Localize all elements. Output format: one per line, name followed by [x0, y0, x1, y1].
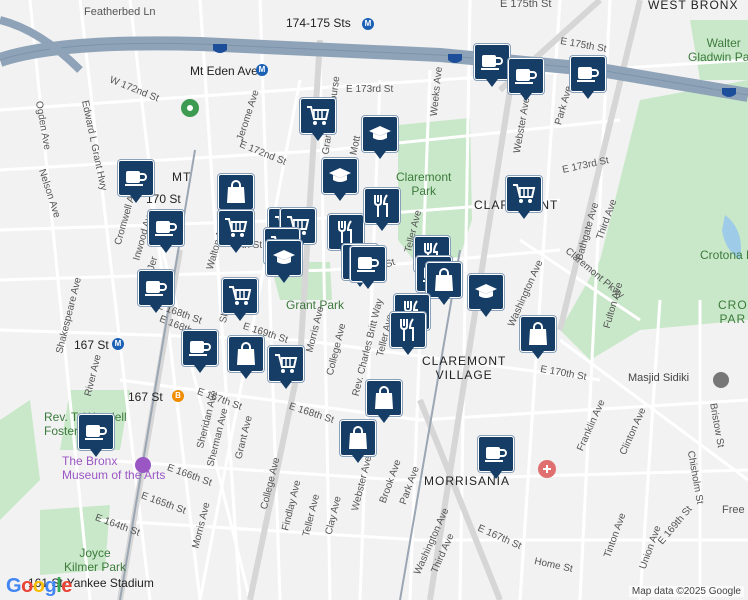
label-crotona-park: Crotona Park — [700, 248, 748, 262]
poi-marker-cafe[interactable] — [477, 435, 515, 480]
shopping-bag-icon — [434, 268, 454, 292]
label-e173: E 173rd St — [346, 84, 394, 95]
shopping-bag-icon — [374, 386, 394, 410]
poi-marker-cart[interactable] — [505, 175, 543, 220]
school-icon — [474, 282, 498, 302]
label-167-st: 167 St — [74, 338, 109, 352]
school-icon — [328, 166, 352, 186]
school-icon — [272, 248, 296, 268]
poi-marker-school[interactable] — [321, 157, 359, 202]
label-masjid: Masjid Sidiki — [628, 372, 690, 384]
shopping-bag-icon — [348, 426, 368, 450]
label-claremont-park: Claremont Park — [396, 170, 452, 198]
poi-marker-shopping-bag[interactable] — [227, 335, 265, 380]
label-e175-top: E 175th St — [500, 0, 552, 10]
label-walter-gladwin: Walter Gladwin Park — [688, 36, 748, 64]
poi-marker-shopping-bag[interactable] — [425, 261, 463, 306]
google-logo: Google — [6, 575, 72, 597]
poi-marker-cafe[interactable] — [349, 245, 387, 290]
poi-marker-cart[interactable] — [221, 277, 259, 322]
cafe-icon — [145, 279, 167, 297]
poi-marker-cart[interactable] — [299, 97, 337, 142]
left-park-area — [0, 400, 40, 520]
cart-icon — [228, 285, 252, 307]
cafe-icon — [481, 53, 503, 71]
poi-marker-cafe[interactable] — [137, 269, 175, 314]
label-claremont-village: CLAREMONT VILLAGE — [422, 354, 507, 382]
shopping-bag-icon — [226, 180, 246, 204]
cafe-icon — [85, 423, 107, 441]
poi-marker-cafe[interactable] — [507, 57, 545, 102]
poi-marker-restaurant[interactable] — [363, 187, 401, 232]
map-canvas[interactable]: Featherbed Ln E 175th St WEST BRONX Walt… — [0, 0, 748, 600]
label-west-bronx: WEST BRONX — [648, 0, 739, 12]
poi-marker-cart[interactable] — [217, 209, 255, 254]
transit-icon: M — [362, 18, 374, 30]
label-free: Free — [722, 504, 745, 516]
label-174-175-sts: 174-175 Sts — [286, 16, 351, 30]
restaurant-icon — [372, 194, 392, 218]
shopping-bag-icon — [528, 322, 548, 346]
poi-marker-shopping-bag[interactable] — [365, 379, 403, 424]
poi-marker-shopping-bag[interactable] — [519, 315, 557, 360]
cart-icon — [274, 353, 298, 375]
restaurant-icon — [336, 220, 356, 244]
label-bronx-museum: The Bronx Museum of the Arts — [62, 454, 166, 482]
poi-marker-school[interactable] — [361, 115, 399, 160]
restaurant-icon — [398, 318, 418, 342]
transit-icon: M — [112, 338, 124, 350]
poi-marker-shopping-bag[interactable] — [339, 419, 377, 464]
poi-marker-cafe[interactable] — [117, 159, 155, 204]
cart-icon — [224, 217, 248, 239]
poi-marker-cafe[interactable] — [181, 329, 219, 374]
masjid-marker — [713, 372, 729, 388]
school-icon — [368, 124, 392, 144]
label-crotona-right: CRO PAR — [718, 298, 748, 326]
poi-marker-school[interactable] — [265, 239, 303, 284]
cafe-icon — [357, 255, 379, 273]
cart-icon — [306, 105, 330, 127]
poi-marker-school[interactable] — [467, 273, 505, 318]
transit-icon: M — [256, 64, 268, 76]
cart-icon — [512, 183, 536, 205]
poi-marker-cafe[interactable] — [147, 209, 185, 254]
cafe-icon — [125, 169, 147, 187]
label-featherbed: Featherbed Ln — [84, 6, 156, 18]
poi-marker-cafe[interactable] — [77, 413, 115, 458]
cafe-icon — [515, 67, 537, 85]
label-167-st-b: 167 St — [128, 390, 163, 404]
cafe-icon — [485, 445, 507, 463]
label-mt-eden-ave: Mt Eden Ave — [190, 64, 258, 78]
label-joyce-kilmer: Joyce Kilmer Park — [64, 546, 127, 574]
cafe-icon — [189, 339, 211, 357]
map-attribution[interactable]: Map data ©2025 Google — [628, 586, 744, 597]
poi-marker-cafe[interactable] — [473, 43, 511, 88]
cafe-icon — [155, 219, 177, 237]
poi-marker-restaurant[interactable] — [389, 311, 427, 356]
cafe-icon — [577, 65, 599, 83]
transit-icon: B — [172, 390, 184, 402]
label-mt: MT — [172, 170, 192, 184]
poi-marker-cafe[interactable] — [569, 55, 607, 100]
poi-marker-cart[interactable] — [267, 345, 305, 390]
shopping-bag-icon — [236, 342, 256, 366]
